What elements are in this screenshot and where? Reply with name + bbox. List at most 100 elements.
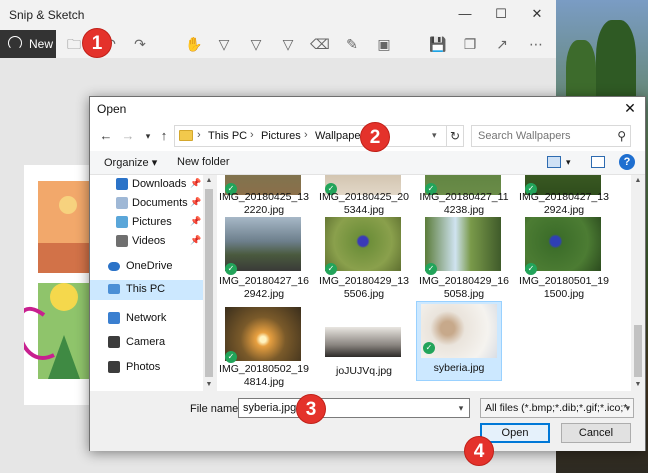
nav-item-label: Pictures	[132, 216, 172, 228]
file-type-value: All files (*.bmp;*.dib;*.gif;*.ico;*	[485, 402, 628, 414]
nav-item-label: Camera	[126, 336, 166, 348]
highlighter-icon[interactable]: ▽	[278, 34, 298, 54]
ruler-icon[interactable]: ✎	[342, 34, 362, 54]
app-title: Snip & Sketch	[9, 8, 85, 22]
search-input[interactable]	[472, 126, 610, 146]
file-name: IMG_20180501_19	[519, 275, 609, 287]
file-name-dropdown-icon[interactable]: ▾	[454, 399, 468, 417]
file-tile[interactable]: ✓ IMG_20180502_19 4814.jpg	[217, 303, 311, 391]
maximize-icon[interactable]: ☐	[486, 4, 516, 24]
file-tile[interactable]: ✓ IMG_20180429_16 5058.jpg	[417, 217, 511, 305]
address-bar[interactable]: › This PC › Pictures › Wallpapers	[174, 125, 464, 147]
address-dropdown-icon[interactable]: ▾	[432, 125, 444, 145]
sync-check-icon: ✓	[425, 263, 437, 275]
scrollbar-thumb[interactable]	[634, 325, 642, 377]
close-icon[interactable]: ✕	[522, 4, 552, 24]
nav-item-photos[interactable]: Photos	[90, 358, 203, 378]
callout-2: 2	[360, 122, 390, 152]
file-name: IMG_20180427_11	[419, 191, 509, 203]
file-thumbnail	[225, 217, 301, 271]
file-name: IMG_20180502_19	[219, 363, 309, 375]
file-name: 2924.jpg	[543, 204, 585, 216]
change-view-icon[interactable]	[547, 156, 561, 168]
dialog-title: Open	[97, 102, 127, 116]
file-name: IMG_20180429_13	[319, 275, 409, 287]
close-icon[interactable]: ✕	[621, 99, 639, 117]
up-arrow-icon[interactable]: ↑	[156, 127, 172, 145]
breadcrumb-this-pc[interactable]: This PC	[208, 130, 247, 142]
help-icon[interactable]: ?	[619, 154, 635, 170]
preview-pane-icon[interactable]	[591, 156, 605, 168]
sync-check-icon: ✓	[225, 351, 237, 363]
file-list-scrollbar[interactable]: ▲ ▼	[631, 175, 645, 391]
chevron-right-icon[interactable]: ›	[250, 129, 254, 141]
refresh-icon[interactable]: ↻	[446, 125, 464, 147]
file-name-input[interactable]	[238, 398, 470, 418]
downloads-icon	[116, 178, 128, 190]
pictures-icon	[116, 216, 128, 228]
nav-item-documents[interactable]: Documents 📌	[90, 194, 203, 214]
save-icon[interactable]: 💾	[428, 34, 448, 54]
file-tile[interactable]: ✓ IMG_20180429_13 5506.jpg	[317, 217, 411, 305]
crop-icon[interactable]: ▣	[374, 34, 394, 54]
open-folder-icon[interactable]: 🗀	[64, 34, 84, 54]
search-box[interactable]: ⚲	[471, 125, 631, 147]
network-icon	[108, 312, 120, 324]
chevron-right-icon[interactable]: ›	[197, 129, 201, 141]
scroll-down-icon[interactable]: ▼	[632, 379, 644, 391]
file-thumbnail	[425, 217, 501, 271]
scroll-down-icon[interactable]: ▼	[203, 379, 215, 391]
videos-icon	[116, 235, 128, 247]
nav-item-label: Videos	[132, 235, 166, 247]
nav-item-onedrive[interactable]: OneDrive	[90, 257, 203, 277]
cancel-button[interactable]: Cancel	[561, 423, 631, 443]
file-tile-selected[interactable]: ✓ syberia.jpg	[416, 301, 502, 381]
nav-pane-scrollbar[interactable]: ▲ ▼	[203, 175, 215, 391]
file-tile[interactable]: joJUJVq.jpg	[317, 303, 411, 391]
scroll-up-icon[interactable]: ▲	[632, 175, 644, 187]
pin-icon: 📌	[190, 235, 202, 245]
folder-icon	[179, 130, 193, 141]
nav-item-downloads[interactable]: Downloads 📌	[90, 175, 203, 195]
recent-locations-icon[interactable]: ▾	[140, 127, 156, 145]
eraser-icon[interactable]: ⌫	[310, 34, 330, 54]
share-icon[interactable]: ↗	[492, 34, 512, 54]
file-name: IMG_20180425_13	[219, 191, 309, 203]
breadcrumb-pictures[interactable]: Pictures	[261, 130, 301, 142]
new-button-label: New	[29, 37, 54, 51]
nav-item-videos[interactable]: Videos 📌	[90, 232, 203, 252]
nav-item-label: Photos	[126, 361, 161, 373]
nav-item-camera[interactable]: Camera	[90, 333, 203, 353]
file-type-select[interactable]: All files (*.bmp;*.dib;*.gif;*.ico;* ▾	[480, 398, 634, 418]
file-thumbnail	[325, 217, 401, 271]
file-name: 2942.jpg	[243, 288, 285, 300]
search-icon: ⚲	[617, 129, 626, 143]
file-list: ✓ IMG_20180425_13 2220.jpg ✓ IMG_2018042…	[217, 175, 631, 391]
scrollbar-thumb[interactable]	[205, 189, 213, 377]
nav-item-this-pc[interactable]: This PC	[90, 280, 203, 300]
nav-item-network[interactable]: Network	[90, 309, 203, 329]
new-folder-button[interactable]: New folder	[177, 156, 230, 168]
pencil-icon[interactable]: ▽	[246, 34, 266, 54]
copy-icon[interactable]: ❐	[460, 34, 480, 54]
file-name: syberia.jpg	[433, 362, 485, 374]
view-dropdown-icon[interactable]: ▾	[566, 157, 571, 168]
sync-check-icon: ✓	[525, 263, 537, 275]
file-tile[interactable]: ✓ IMG_20180501_19 1500.jpg	[517, 217, 611, 305]
back-arrow-icon[interactable]: ←	[98, 127, 114, 145]
organize-menu[interactable]: Organize ▾	[104, 156, 157, 169]
scroll-up-icon[interactable]: ▲	[203, 175, 215, 187]
redo-icon[interactable]: ↷	[130, 34, 150, 54]
minimize-icon[interactable]: —	[450, 4, 480, 24]
nav-item-label: Documents	[132, 197, 188, 209]
touch-writing-icon[interactable]: ✋	[184, 34, 204, 54]
open-button[interactable]: Open	[480, 423, 550, 443]
file-name: IMG_20180427_13	[519, 191, 609, 203]
ballpoint-pen-icon[interactable]: ▽	[214, 34, 234, 54]
file-tile[interactable]: ✓ IMG_20180427_16 2942.jpg	[217, 217, 311, 305]
nav-item-pictures[interactable]: Pictures 📌	[90, 213, 203, 233]
new-button[interactable]: New	[0, 30, 56, 58]
more-options-icon[interactable]: ⋯	[526, 34, 546, 54]
forward-arrow-icon[interactable]: →	[120, 127, 136, 145]
chevron-right-icon[interactable]: ›	[304, 129, 308, 141]
